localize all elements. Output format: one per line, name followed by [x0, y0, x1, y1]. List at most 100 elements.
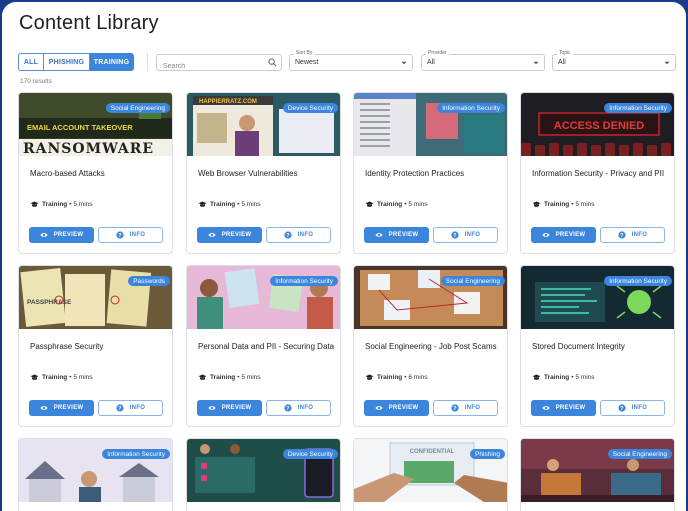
content-card: Information Security Stored Document Int…: [520, 265, 675, 427]
sort-by-select[interactable]: Sort By Newest: [289, 50, 413, 71]
provider-select[interactable]: Provider All: [421, 50, 545, 71]
help-circle-icon: ?: [116, 231, 124, 239]
content-card: HAPPIERRATZ.COM Device Security Web Brow…: [186, 92, 341, 254]
content-card: Device Security: [186, 438, 341, 511]
help-circle-icon: ?: [116, 404, 124, 412]
card-thumbnail[interactable]: ACCESS DENIED Information Security: [521, 93, 674, 156]
content-card: Social Engineering Social Engineering - …: [353, 265, 508, 427]
card-thumbnail[interactable]: PASSPHRASE Passwords: [19, 266, 172, 329]
card-type: Training: [377, 374, 403, 381]
card-meta: Training • 5 mins: [198, 374, 261, 381]
content-card: EMAIL ACCOUNT TAKEOVER RANSOMWARE Social…: [18, 92, 173, 254]
preview-button[interactable]: PREVIEW: [531, 400, 596, 416]
thumb-label: ACCESS DENIED: [554, 120, 645, 132]
tab-training[interactable]: TRAINING: [90, 53, 134, 71]
eye-icon: [40, 406, 48, 410]
svg-text:?: ?: [620, 406, 624, 412]
card-title: Personal Data and PII - Securing Data: [198, 342, 335, 351]
card-duration: • 5 mins: [571, 374, 595, 381]
help-circle-icon: ?: [284, 404, 292, 412]
eye-icon: [208, 233, 216, 237]
search-input[interactable]: [157, 59, 267, 74]
eye-icon: [375, 406, 383, 410]
graduation-cap-icon: [365, 374, 374, 380]
content-card: Information Security Identity Protection…: [353, 92, 508, 254]
info-button[interactable]: ? INFO: [98, 400, 163, 416]
svg-text:?: ?: [286, 233, 290, 239]
preview-button[interactable]: PREVIEW: [364, 400, 429, 416]
svg-text:?: ?: [620, 233, 624, 239]
content-card: Social Engineering: [520, 438, 675, 511]
card-title: Passphrase Security: [30, 342, 104, 351]
card-thumbnail[interactable]: Information Security: [19, 439, 172, 502]
svg-text:?: ?: [118, 406, 122, 412]
thumb-label: PASSPHRASE: [27, 299, 72, 306]
info-button[interactable]: ? INFO: [266, 227, 331, 243]
card-duration: • 5 mins: [571, 201, 595, 208]
search-icon[interactable]: [268, 58, 277, 67]
tab-all[interactable]: ALL: [18, 53, 44, 71]
content-card: ACCESS DENIED Information Security Infor…: [520, 92, 675, 254]
graduation-cap-icon: [198, 374, 207, 380]
thumb-label: CONFIDENTIAL: [410, 449, 455, 455]
preview-button[interactable]: PREVIEW: [29, 400, 94, 416]
search-box: [156, 54, 282, 74]
card-meta: Training • 5 mins: [532, 201, 595, 208]
preview-button[interactable]: PREVIEW: [197, 400, 262, 416]
topic-value: All: [558, 59, 566, 66]
card-thumbnail[interactable]: HAPPIERRATZ.COM Device Security: [187, 93, 340, 156]
card-type: Training: [544, 201, 570, 208]
card-duration: • 5 mins: [69, 201, 93, 208]
card-title: Macro-based Attacks: [30, 169, 105, 178]
topic-select[interactable]: Topic All: [552, 50, 676, 71]
preview-button[interactable]: PREVIEW: [364, 227, 429, 243]
card-title: Identity Protection Practices: [365, 169, 465, 178]
card-type: Training: [210, 374, 236, 381]
graduation-cap-icon: [532, 201, 541, 207]
content-library-window: Content Library ALL PHISHING TRAINING So…: [2, 2, 686, 511]
info-button[interactable]: ? INFO: [433, 227, 498, 243]
topic-badge: Information Security: [437, 103, 505, 113]
info-button[interactable]: ? INFO: [266, 400, 331, 416]
topic-badge: Information Security: [102, 449, 170, 459]
card-meta: Training • 5 mins: [30, 201, 93, 208]
preview-button[interactable]: PREVIEW: [531, 227, 596, 243]
card-thumbnail[interactable]: Social Engineering: [521, 439, 674, 502]
topic-badge: Social Engineering: [105, 103, 170, 113]
graduation-cap-icon: [30, 201, 39, 207]
info-button[interactable]: ? INFO: [600, 227, 665, 243]
eye-icon: [375, 233, 383, 237]
card-type: Training: [210, 201, 236, 208]
content-card: Information Security: [18, 438, 173, 511]
card-thumbnail[interactable]: Social Engineering: [354, 266, 507, 329]
card-meta: Training • 5 mins: [198, 201, 261, 208]
card-thumbnail[interactable]: CONFIDENTIAL Phishing: [354, 439, 507, 502]
card-type: Training: [42, 201, 68, 208]
graduation-cap-icon: [30, 374, 39, 380]
info-button[interactable]: ? INFO: [98, 227, 163, 243]
card-duration: • 6 mins: [404, 374, 428, 381]
help-circle-icon: ?: [618, 404, 626, 412]
preview-button[interactable]: PREVIEW: [29, 227, 94, 243]
topic-badge: Social Engineering: [440, 276, 505, 286]
card-thumbnail[interactable]: Information Security: [187, 266, 340, 329]
tab-phishing[interactable]: PHISHING: [44, 53, 90, 71]
card-title: Information Security - Privacy and PII: [532, 169, 665, 178]
thumb-label: RANSOMWARE: [23, 141, 154, 156]
type-filter-tabs: ALL PHISHING TRAINING: [18, 53, 134, 73]
filter-divider: [147, 53, 148, 71]
info-button[interactable]: ? INFO: [600, 400, 665, 416]
card-type: Training: [42, 374, 68, 381]
card-thumbnail[interactable]: Information Security: [521, 266, 674, 329]
eye-icon: [542, 233, 550, 237]
graduation-cap-icon: [532, 374, 541, 380]
card-thumbnail[interactable]: Device Security: [187, 439, 340, 502]
topic-badge: Passwords: [128, 276, 170, 286]
card-thumbnail[interactable]: EMAIL ACCOUNT TAKEOVER RANSOMWARE Social…: [19, 93, 172, 156]
info-button[interactable]: ? INFO: [433, 400, 498, 416]
thumb-label: EMAIL ACCOUNT TAKEOVER: [27, 123, 133, 132]
content-card: Information Security Personal Data and P…: [186, 265, 341, 427]
preview-button[interactable]: PREVIEW: [197, 227, 262, 243]
card-thumbnail[interactable]: Information Security: [354, 93, 507, 156]
svg-text:?: ?: [286, 406, 290, 412]
